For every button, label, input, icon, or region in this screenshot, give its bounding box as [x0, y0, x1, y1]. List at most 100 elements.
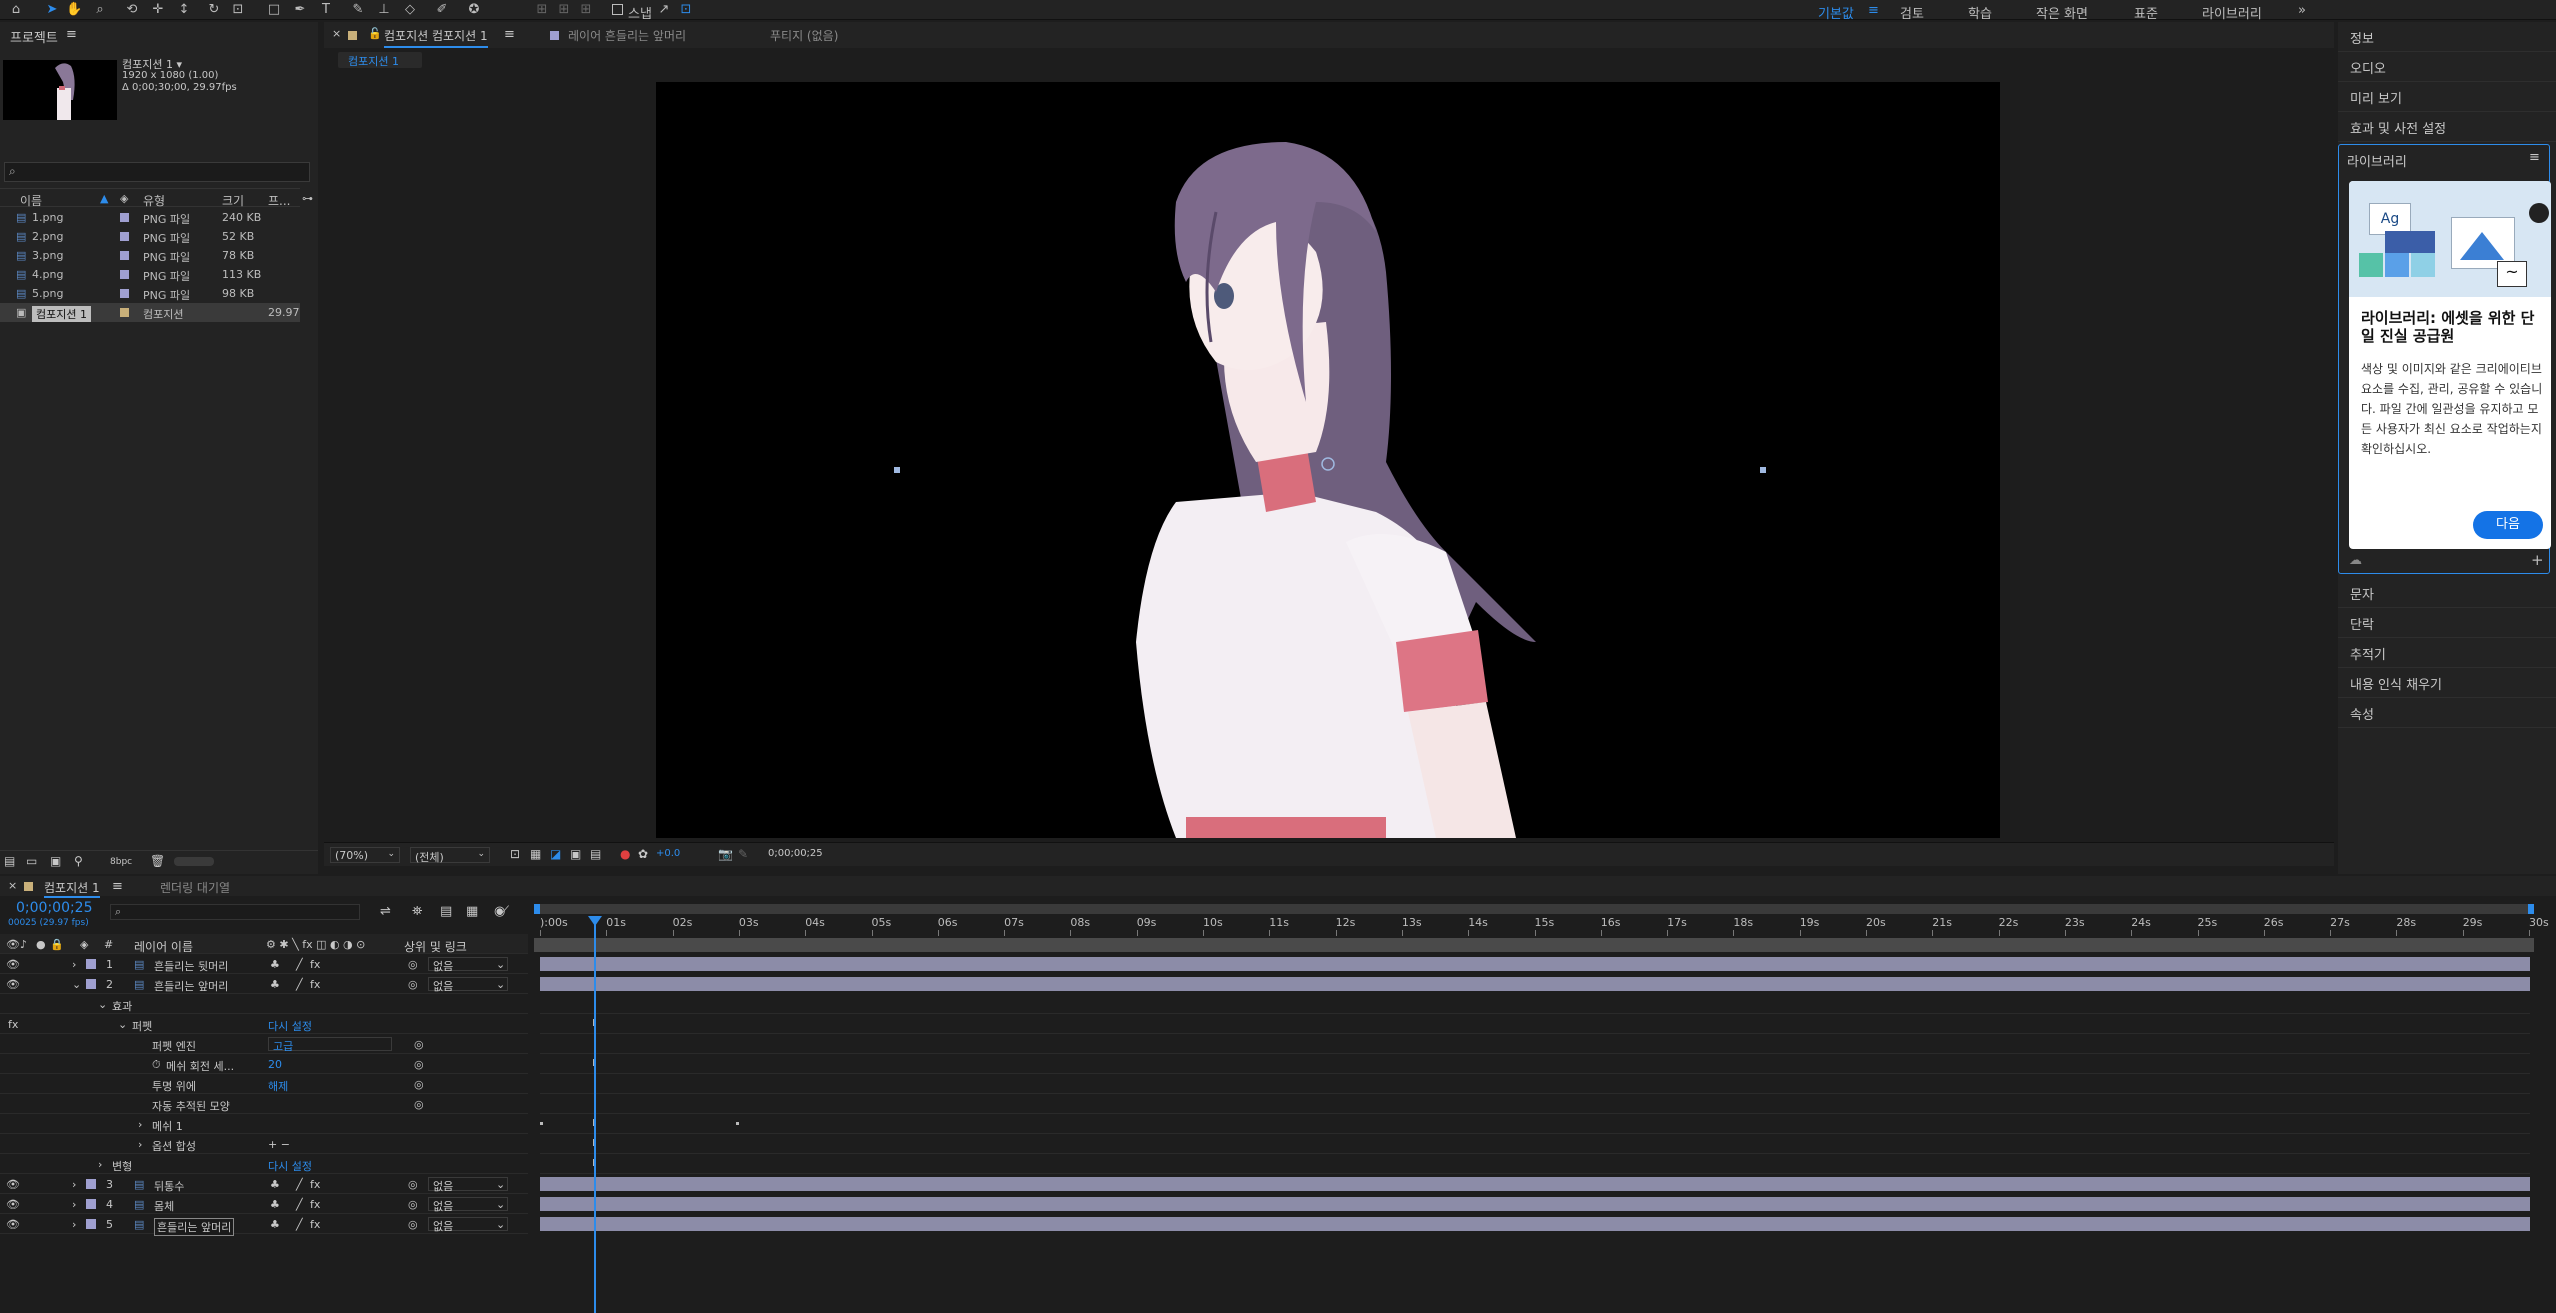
graph-editor-icon[interactable]: ⟋	[500, 904, 509, 919]
label-swatch[interactable]	[86, 979, 96, 989]
snap-mode-icon[interactable]: ⊡	[678, 2, 694, 18]
effect-switch-icon[interactable]: fx	[310, 1178, 320, 1191]
layer-name[interactable]: 뒤통수	[154, 1178, 184, 1194]
label-swatch[interactable]	[120, 232, 129, 241]
clone-stamp-icon[interactable]: ⊥	[376, 2, 392, 18]
project-search-input[interactable]: ⌕	[4, 162, 310, 182]
pickwhip-icon[interactable]: ◎	[414, 1058, 424, 1071]
panel-menu-icon[interactable]: ≡	[2529, 150, 2540, 165]
current-time[interactable]: 0;00;00;25	[16, 900, 93, 916]
chevron-right-icon[interactable]: ›	[72, 958, 76, 971]
pickwhip-icon[interactable]: ◎	[408, 1198, 418, 1211]
orbit-camera-icon[interactable]: ⟲	[124, 2, 140, 18]
workspace-review[interactable]: 검토	[1900, 3, 1924, 22]
shy-switch-icon[interactable]: ♣	[270, 1198, 280, 1211]
right-panel-item[interactable]: 속성	[2338, 698, 2556, 728]
zoom-tool-icon[interactable]: ⌕	[92, 2, 108, 18]
puppet-pin-icon[interactable]: ✪	[466, 2, 482, 18]
pickwhip-icon[interactable]: ◎	[408, 1218, 418, 1231]
playhead-handle[interactable]	[588, 916, 602, 926]
right-panel-item[interactable]: 정보	[2338, 22, 2556, 52]
col-parent-header[interactable]: 상위 및 링크	[404, 938, 467, 955]
work-area-end[interactable]	[2528, 904, 2534, 914]
lock-toggle-icon[interactable]: 🔒	[50, 938, 64, 951]
layer-name[interactable]: 몸체	[154, 1198, 174, 1214]
quality-switch-icon[interactable]: ╱	[296, 1198, 303, 1211]
pickwhip-icon[interactable]: ◎	[408, 1178, 418, 1191]
show-snapshot-icon[interactable]: ✎	[738, 847, 748, 861]
close-tab-icon[interactable]: ×	[332, 27, 341, 40]
add-remove-options[interactable]: + −	[268, 1138, 290, 1151]
rotate-tool-icon[interactable]: ↻	[206, 2, 222, 18]
eye-icon[interactable]: 👁	[6, 1218, 20, 1231]
timeline-search-input[interactable]: ⌕	[110, 904, 360, 920]
new-comp-icon[interactable]: ▣	[50, 854, 61, 868]
effect-switch-icon[interactable]: fx	[310, 958, 320, 971]
col-name-header[interactable]: 이름	[20, 192, 42, 209]
shy-switch-icon[interactable]: ♣	[270, 1178, 280, 1191]
shy-switch-icon[interactable]: ♣	[270, 958, 280, 971]
quality-switch-icon[interactable]: ╱	[296, 978, 303, 991]
timeline-property-row[interactable]: ⌄ 퍼펫 다시 설정 fx	[0, 1014, 528, 1034]
channel-icon[interactable]: ▤	[590, 847, 601, 861]
timeline-property-row[interactable]: ⏱ 메쉬 회전 세... 20 ◎	[0, 1054, 528, 1074]
shy-switch-icon[interactable]: ♣	[270, 1218, 280, 1231]
thumbnail-slider[interactable]	[174, 857, 214, 866]
keyframe-dot[interactable]	[540, 1122, 543, 1125]
sort-ascending-icon[interactable]: ▲	[100, 192, 108, 205]
label-swatch[interactable]	[86, 1199, 96, 1209]
interpret-footage-icon[interactable]: ▤	[4, 854, 15, 868]
label-swatch[interactable]	[120, 213, 129, 222]
timeline-layer-row[interactable]: 👁 › 1 ▤ 흔들리는 뒷머리 ♣ ╱ fx ◎ 없음 ⌄	[0, 954, 528, 974]
tab-layer[interactable]: 레이어 흔들리는 앞머리	[568, 27, 686, 44]
puppet-engine-select[interactable]: 고급	[268, 1037, 392, 1053]
next-button[interactable]: 다음	[2473, 511, 2543, 539]
eraser-tool-icon[interactable]: ◇	[402, 2, 418, 18]
draft-3d-icon[interactable]: ⛯	[412, 904, 422, 919]
breadcrumb[interactable]: 컴포지션 1	[338, 52, 422, 68]
cloud-icon[interactable]: ☁	[2349, 553, 2362, 568]
pickwhip-icon[interactable]: ◎	[408, 958, 418, 971]
timeline-layer-row[interactable]: 👁 › 3 ▤ 뒤통수 ♣ ╱ fx ◎ 없음 ⌄	[0, 1174, 528, 1194]
panel-menu-icon[interactable]: ≡	[112, 879, 123, 894]
chevron-right-icon[interactable]: ›	[72, 1218, 76, 1231]
switches-icon[interactable]: ⚙ ✱ ╲ fx ◫ ◐ ◑ ⊙	[266, 938, 365, 951]
label-tag-icon[interactable]: ◈	[120, 192, 128, 205]
panel-menu-icon[interactable]: ≡	[66, 27, 77, 42]
chevron-down-icon[interactable]: ⌄	[118, 1018, 127, 1031]
right-panel-item[interactable]: 문자	[2338, 578, 2556, 608]
effect-switch-icon[interactable]: fx	[310, 1198, 320, 1211]
axis-world-icon[interactable]: ⊞	[556, 2, 572, 18]
timeline-property-row[interactable]: › 메쉬 1	[0, 1114, 528, 1134]
right-panel-item[interactable]: 내용 인식 채우기	[2338, 668, 2556, 698]
workspace-default[interactable]: 기본값	[1818, 3, 1854, 22]
workspace-more-icon[interactable]: »	[2298, 3, 2306, 18]
type-tool-icon[interactable]: T	[318, 2, 334, 18]
timeline-property-row[interactable]: 자동 추적된 모양 ◎	[0, 1094, 528, 1114]
work-area-bar[interactable]	[534, 904, 2534, 914]
hand-tool-icon[interactable]: ✋	[66, 2, 82, 18]
comp-flowchart-icon[interactable]: ⇌	[380, 904, 391, 919]
zoom-select[interactable]: (70%) ⌄	[330, 847, 400, 863]
lock-icon[interactable]: 🔓	[368, 27, 382, 40]
timeline-layer-row[interactable]: 👁 › 4 ▤ 몸체 ♣ ╱ fx ◎ 없음 ⌄	[0, 1194, 528, 1214]
effect-switch-icon[interactable]: fx	[310, 978, 320, 991]
snap-options-icon[interactable]: ↗	[656, 2, 672, 18]
workspace-learn[interactable]: 학습	[1968, 3, 1992, 22]
timeline-property-row[interactable]: › 변형 다시 설정	[0, 1154, 528, 1174]
roto-brush-icon[interactable]: ✐	[434, 2, 450, 18]
timeline-navigator[interactable]	[534, 938, 2534, 952]
pickwhip-icon[interactable]: ◎	[408, 978, 418, 991]
layer-name[interactable]: 흔들리는 앞머리	[154, 978, 228, 994]
col-layer-name-header[interactable]: 레이어 이름	[134, 938, 193, 955]
property-value[interactable]: 다시 설정	[268, 1158, 312, 1174]
flowchart-icon[interactable]: ⊶	[302, 192, 313, 205]
layer-name[interactable]: 흔들리는 뒷머리	[154, 958, 228, 974]
workspace-libraries[interactable]: 라이브러리	[2202, 3, 2262, 22]
property-value[interactable]: 20	[268, 1058, 282, 1071]
snapshot-icon[interactable]: 📷	[718, 847, 733, 861]
label-swatch[interactable]	[86, 1179, 96, 1189]
bpc-label[interactable]: 8bpc	[110, 857, 132, 867]
viewer-timecode[interactable]: 0;00;00;25	[768, 848, 823, 859]
panel-menu-icon[interactable]: ≡	[504, 27, 515, 42]
